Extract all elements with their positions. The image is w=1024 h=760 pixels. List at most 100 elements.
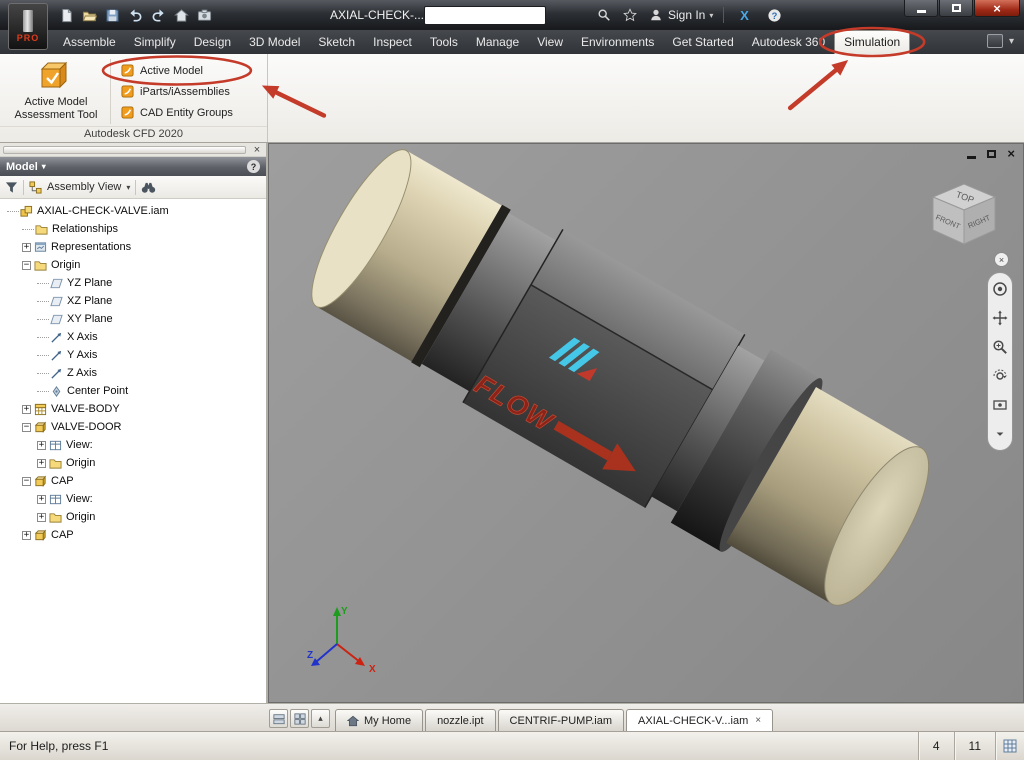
- view-selector-label[interactable]: Assembly View: [47, 181, 121, 193]
- maximize-button[interactable]: [939, 0, 973, 17]
- close-tab-icon[interactable]: ×: [755, 715, 761, 726]
- tree-item-x-axis[interactable]: X Axis: [2, 328, 266, 346]
- capture-button[interactable]: [194, 5, 214, 25]
- ribbon-options[interactable]: ▾: [987, 34, 1014, 48]
- ribbon-tab-3d-model[interactable]: 3D Model: [240, 31, 309, 54]
- tree-item-axial-check-valve-iam[interactable]: AXIAL-CHECK-VALVE.iam: [2, 202, 266, 220]
- help-icon[interactable]: ?: [764, 5, 784, 25]
- active-model-assessment-tool-button[interactable]: Active Model Assessment Tool: [4, 57, 108, 126]
- collapse-icon[interactable]: −: [22, 423, 31, 432]
- navigation-wheel-icon[interactable]: [991, 280, 1009, 298]
- tree-item-valve-door[interactable]: −VALVE-DOOR: [2, 418, 266, 436]
- application-menu-button[interactable]: PRO: [8, 3, 48, 50]
- viewport-3d[interactable]: FLOW × TOP FRON: [268, 143, 1024, 703]
- tree-item-cap[interactable]: −CAP: [2, 472, 266, 490]
- ribbon-tab-get-started[interactable]: Get Started: [663, 31, 742, 54]
- search-icon[interactable]: [594, 5, 614, 25]
- tree-item-valve-body[interactable]: +VALVE-BODY: [2, 400, 266, 418]
- browser-scrollbar[interactable]: [3, 146, 246, 154]
- orbit-icon[interactable]: [991, 367, 1009, 385]
- tree-item-representations[interactable]: +Representations: [2, 238, 266, 256]
- redo-button[interactable]: [148, 5, 168, 25]
- look-at-icon[interactable]: [991, 396, 1009, 414]
- document-tab-axial-check-v-iam[interactable]: AXIAL-CHECK-V...iam×: [626, 709, 773, 731]
- cfd-item-cad-entity-groups[interactable]: CAD Entity Groups: [116, 102, 238, 123]
- ribbon-tab-assemble[interactable]: Assemble: [54, 31, 125, 54]
- minimize-icon[interactable]: [967, 156, 976, 159]
- tree-item-label: X Axis: [67, 331, 98, 343]
- tree-item-view[interactable]: +View:: [2, 490, 266, 508]
- undo-button[interactable]: [125, 5, 145, 25]
- tree-item-xy-plane[interactable]: XY Plane: [2, 310, 266, 328]
- close-button[interactable]: ×: [974, 0, 1020, 17]
- tree-item-origin[interactable]: +Origin: [2, 454, 266, 472]
- arrange-windows-icon[interactable]: [290, 709, 309, 728]
- navbar-close-icon[interactable]: ×: [994, 252, 1009, 267]
- ribbon-tab-simplify[interactable]: Simplify: [125, 31, 185, 54]
- open-button[interactable]: [79, 5, 99, 25]
- browser-header[interactable]: Model ▾ ?: [0, 157, 266, 176]
- chevron-down-icon[interactable]: ▾: [126, 183, 130, 192]
- tree-item-center-point[interactable]: Center Point: [2, 382, 266, 400]
- expand-icon[interactable]: +: [37, 513, 46, 522]
- tree-item-y-axis[interactable]: Y Axis: [2, 346, 266, 364]
- tree-item-cap[interactable]: +CAP: [2, 526, 266, 544]
- collapse-icon[interactable]: −: [22, 477, 31, 486]
- document-tab-nozzle-ipt[interactable]: nozzle.ipt: [425, 709, 495, 731]
- expand-icon[interactable]: +: [22, 243, 31, 252]
- search-input[interactable]: [424, 6, 546, 25]
- expand-up-icon[interactable]: ▴: [311, 709, 330, 728]
- browser-close-icon[interactable]: ×: [251, 145, 263, 155]
- ribbon-tab-tools[interactable]: Tools: [421, 31, 467, 54]
- folder-icon: [35, 223, 48, 236]
- zoom-icon[interactable]: [991, 338, 1009, 356]
- pan-icon[interactable]: [991, 309, 1009, 327]
- expand-icon[interactable]: +: [37, 441, 46, 450]
- new-file-button[interactable]: [56, 5, 76, 25]
- ribbon-tab-design[interactable]: Design: [185, 31, 240, 54]
- ribbon-tab-manage[interactable]: Manage: [467, 31, 528, 54]
- star-icon[interactable]: [620, 5, 640, 25]
- cfd-item-iparts-iassemblies[interactable]: iParts/iAssemblies: [116, 81, 238, 102]
- expand-icon[interactable]: +: [37, 459, 46, 468]
- tree-item-yz-plane[interactable]: YZ Plane: [2, 274, 266, 292]
- filter-icon[interactable]: [5, 181, 18, 194]
- collapse-icon[interactable]: −: [22, 261, 31, 270]
- tree-item-relationships[interactable]: Relationships: [2, 220, 266, 238]
- cfd-item-active-model[interactable]: Active Model: [116, 60, 238, 81]
- tile-windows-icon[interactable]: [269, 709, 288, 728]
- ribbon-tab-view[interactable]: View: [528, 31, 572, 54]
- tree-item-origin[interactable]: +Origin: [2, 508, 266, 526]
- help-icon[interactable]: ?: [247, 160, 260, 173]
- panel-title[interactable]: Autodesk CFD 2020: [0, 126, 267, 142]
- status-grid-icon[interactable]: [995, 732, 1024, 760]
- minimize-button[interactable]: [904, 0, 938, 17]
- document-tab-centrif-pump-iam[interactable]: CENTRIF-PUMP.iam: [498, 709, 624, 731]
- user-icon[interactable]: [646, 5, 666, 25]
- expand-icon[interactable]: +: [37, 495, 46, 504]
- viewcube[interactable]: TOP FRONT RIGHT: [925, 178, 1003, 256]
- ribbon-tab-environments[interactable]: Environments: [572, 31, 663, 54]
- save-button[interactable]: [102, 5, 122, 25]
- ribbon-tab-sketch[interactable]: Sketch: [309, 31, 364, 54]
- sign-in-label: Sign In: [668, 8, 705, 22]
- ribbon-tab-inspect[interactable]: Inspect: [364, 31, 421, 54]
- expand-icon[interactable]: +: [22, 531, 31, 540]
- search-binoculars-icon[interactable]: [141, 181, 156, 194]
- maximize-icon[interactable]: [987, 150, 996, 158]
- tree-item-view[interactable]: +View:: [2, 436, 266, 454]
- tree-item-xz-plane[interactable]: XZ Plane: [2, 292, 266, 310]
- exchange-icon[interactable]: X: [734, 5, 754, 25]
- document-tab-my-home[interactable]: My Home: [335, 709, 423, 731]
- part-icon: [34, 421, 47, 434]
- close-icon[interactable]: ×: [1007, 147, 1015, 160]
- home-button[interactable]: [171, 5, 191, 25]
- y-axis-label: Y: [341, 606, 348, 617]
- ribbon-tab-autodesk-360[interactable]: Autodesk 360: [743, 31, 834, 54]
- tree-item-origin[interactable]: −Origin: [2, 256, 266, 274]
- tree-item-z-axis[interactable]: Z Axis: [2, 364, 266, 382]
- caret-down-icon[interactable]: [991, 425, 1009, 443]
- sign-in-button[interactable]: Sign In ▾: [668, 8, 713, 22]
- expand-icon[interactable]: +: [22, 405, 31, 414]
- ribbon-tab-simulation[interactable]: Simulation: [834, 30, 910, 54]
